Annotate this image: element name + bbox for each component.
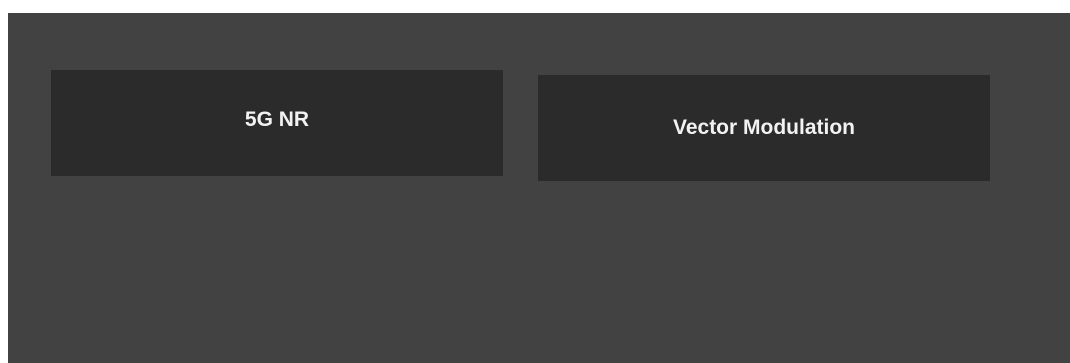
mode-selection-panel: 5G NR Vector Modulation	[8, 13, 1070, 363]
vector-modulation-button[interactable]: Vector Modulation	[538, 75, 990, 181]
5g-nr-button[interactable]: 5G NR	[51, 70, 503, 176]
